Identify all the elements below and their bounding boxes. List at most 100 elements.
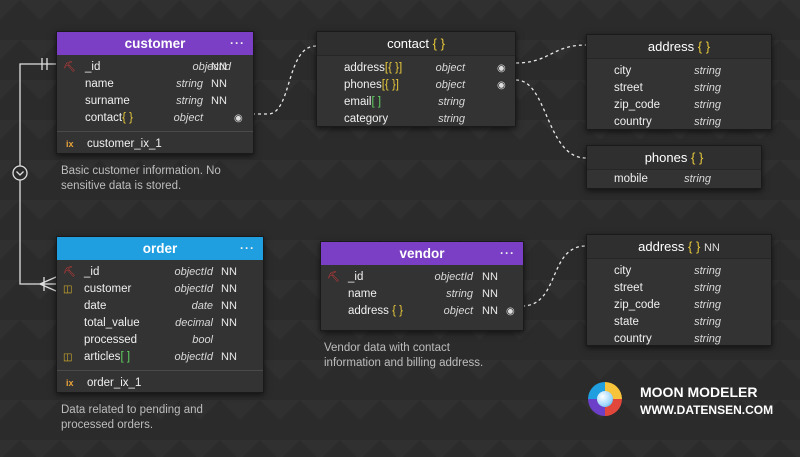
field-nn: NN (211, 61, 227, 73)
index-name: order_ix_1 (87, 377, 142, 389)
contact-table[interactable]: contact { } address[{ }] object ◉ phones… (316, 31, 516, 127)
index-row[interactable]: ix order_ix_1 (57, 370, 263, 395)
field-list: city string street string zip_code strin… (587, 259, 771, 352)
note-line: sensitive data is stored. (61, 180, 182, 192)
field-row[interactable]: address { } object NN ◉ (321, 303, 523, 320)
field-row[interactable]: processed bool (57, 332, 263, 349)
field-nn: NN (221, 266, 237, 278)
field-name: city (614, 265, 632, 277)
many-marker-b (39, 283, 57, 292)
table-title-suffix: { } (432, 36, 445, 51)
order-table[interactable]: order ··· ⛏ _id objectId NN ◫ customer o… (56, 236, 264, 393)
field-type: object (435, 62, 465, 74)
vendor-address-table-header[interactable]: address { } NN (587, 235, 771, 259)
many-marker-a (39, 276, 57, 285)
field-row[interactable]: zip_code string (587, 297, 771, 314)
table-title: contact (387, 36, 429, 51)
field-row[interactable]: contact{ } object ◉ (57, 110, 253, 127)
field-row[interactable]: email[ ] string (317, 94, 515, 111)
note-line: Basic customer information. No (61, 165, 221, 177)
field-row[interactable]: category string (317, 111, 515, 128)
field-row[interactable]: street string (587, 80, 771, 97)
vendor-table-header[interactable]: vendor ··· (321, 242, 523, 265)
field-type: date (191, 300, 213, 312)
field-type: string (438, 113, 465, 125)
field-row[interactable]: ⛏ _id objectId NN (57, 264, 263, 281)
phones-embed-line (515, 79, 587, 159)
table-menu-icon[interactable]: ··· (240, 237, 255, 260)
field-name: street (614, 282, 643, 294)
field-row[interactable]: mobile string (587, 171, 761, 188)
vendor-table[interactable]: vendor ··· ⛏ _id objectId NN name string… (320, 241, 524, 331)
relation-toggle-icon (12, 165, 28, 181)
field-type: string (694, 265, 721, 277)
field-type: string (694, 316, 721, 328)
field-row[interactable]: city string (587, 263, 771, 280)
field-row[interactable]: zip_code string (587, 97, 771, 114)
field-row[interactable]: country string (587, 331, 771, 348)
field-list: ⛏ _id objectId NN name string NN surname… (57, 55, 253, 131)
field-row[interactable]: city string (587, 63, 771, 80)
field-row[interactable]: name string NN (321, 286, 523, 303)
field-list: address[{ }] object ◉ phones[{ }] object… (317, 56, 515, 132)
table-title-suffix: { } (697, 39, 711, 54)
field-type: string (446, 288, 473, 300)
eye-icon[interactable]: ◉ (234, 110, 243, 127)
foreign-key-icon: ◫ (63, 352, 73, 363)
field-nn: NN (211, 95, 227, 107)
field-name: surname (85, 95, 130, 107)
customer-order-relation-line (19, 63, 56, 285)
field-row[interactable]: total_value decimal NN (57, 315, 263, 332)
field-row[interactable]: surname string NN (57, 93, 253, 110)
field-row[interactable]: country string (587, 114, 771, 131)
phones-table[interactable]: phones { } mobile string (586, 145, 762, 189)
eye-icon[interactable]: ◉ (506, 303, 515, 320)
field-type: string (694, 299, 721, 311)
field-name: address[{ }] (344, 62, 403, 74)
vendor-address-table[interactable]: address { } NN city string street string… (586, 234, 772, 346)
note-line: information and billing address. (324, 357, 484, 369)
field-row[interactable]: date date NN (57, 298, 263, 315)
field-row[interactable]: address[{ }] object ◉ (317, 60, 515, 77)
address-table-header[interactable]: address { } (587, 35, 771, 59)
table-title: address (638, 239, 685, 254)
field-type: objectId (434, 271, 473, 283)
index-row[interactable]: ix customer_ix_1 (57, 131, 253, 156)
table-title: customer (124, 36, 186, 51)
field-type: string (684, 173, 711, 185)
table-menu-icon[interactable]: ··· (230, 32, 245, 55)
contact-table-header[interactable]: contact { } (317, 32, 515, 56)
index-name: customer_ix_1 (87, 138, 162, 150)
field-nn: NN (482, 305, 498, 317)
table-title: vendor (399, 246, 445, 261)
customer-table[interactable]: customer ··· ⛏ _id objectId NN name stri… (56, 31, 254, 154)
field-name: total_value (84, 317, 140, 329)
customer-table-header[interactable]: customer ··· (57, 32, 253, 55)
field-row[interactable]: name string NN (57, 76, 253, 93)
field-name: category (344, 113, 389, 125)
field-row[interactable]: ◫ articles[ ] objectId NN (57, 349, 263, 366)
field-name: articles[ ] (84, 351, 131, 363)
field-type: object (173, 112, 203, 124)
eye-icon[interactable]: ◉ (497, 60, 506, 77)
field-type: object (443, 305, 473, 317)
eye-icon[interactable]: ◉ (497, 77, 506, 94)
field-row[interactable]: ⛏ _id objectId NN (321, 269, 523, 286)
table-menu-icon[interactable]: ··· (500, 242, 515, 265)
field-name: zip_code (614, 99, 661, 111)
field-row[interactable]: state string (587, 314, 771, 331)
field-name: address { } (348, 305, 404, 317)
field-type: bool (192, 334, 213, 346)
address-table[interactable]: address { } city string street string zi… (586, 34, 772, 130)
field-name: street (614, 82, 643, 94)
field-row[interactable]: ⛏ _id objectId NN (57, 59, 253, 76)
field-name: email[ ] (344, 96, 382, 108)
order-table-header[interactable]: order ··· (57, 237, 263, 260)
field-row[interactable]: ◫ customer objectId NN (57, 281, 263, 298)
field-row[interactable]: street string (587, 280, 771, 297)
phones-table-header[interactable]: phones { } (587, 146, 761, 170)
field-row[interactable]: phones[{ }] object ◉ (317, 77, 515, 94)
index-icon: ix (66, 378, 74, 388)
field-name: _id (85, 61, 101, 73)
customer-note: Basic customer information. No sensitive… (61, 164, 221, 194)
